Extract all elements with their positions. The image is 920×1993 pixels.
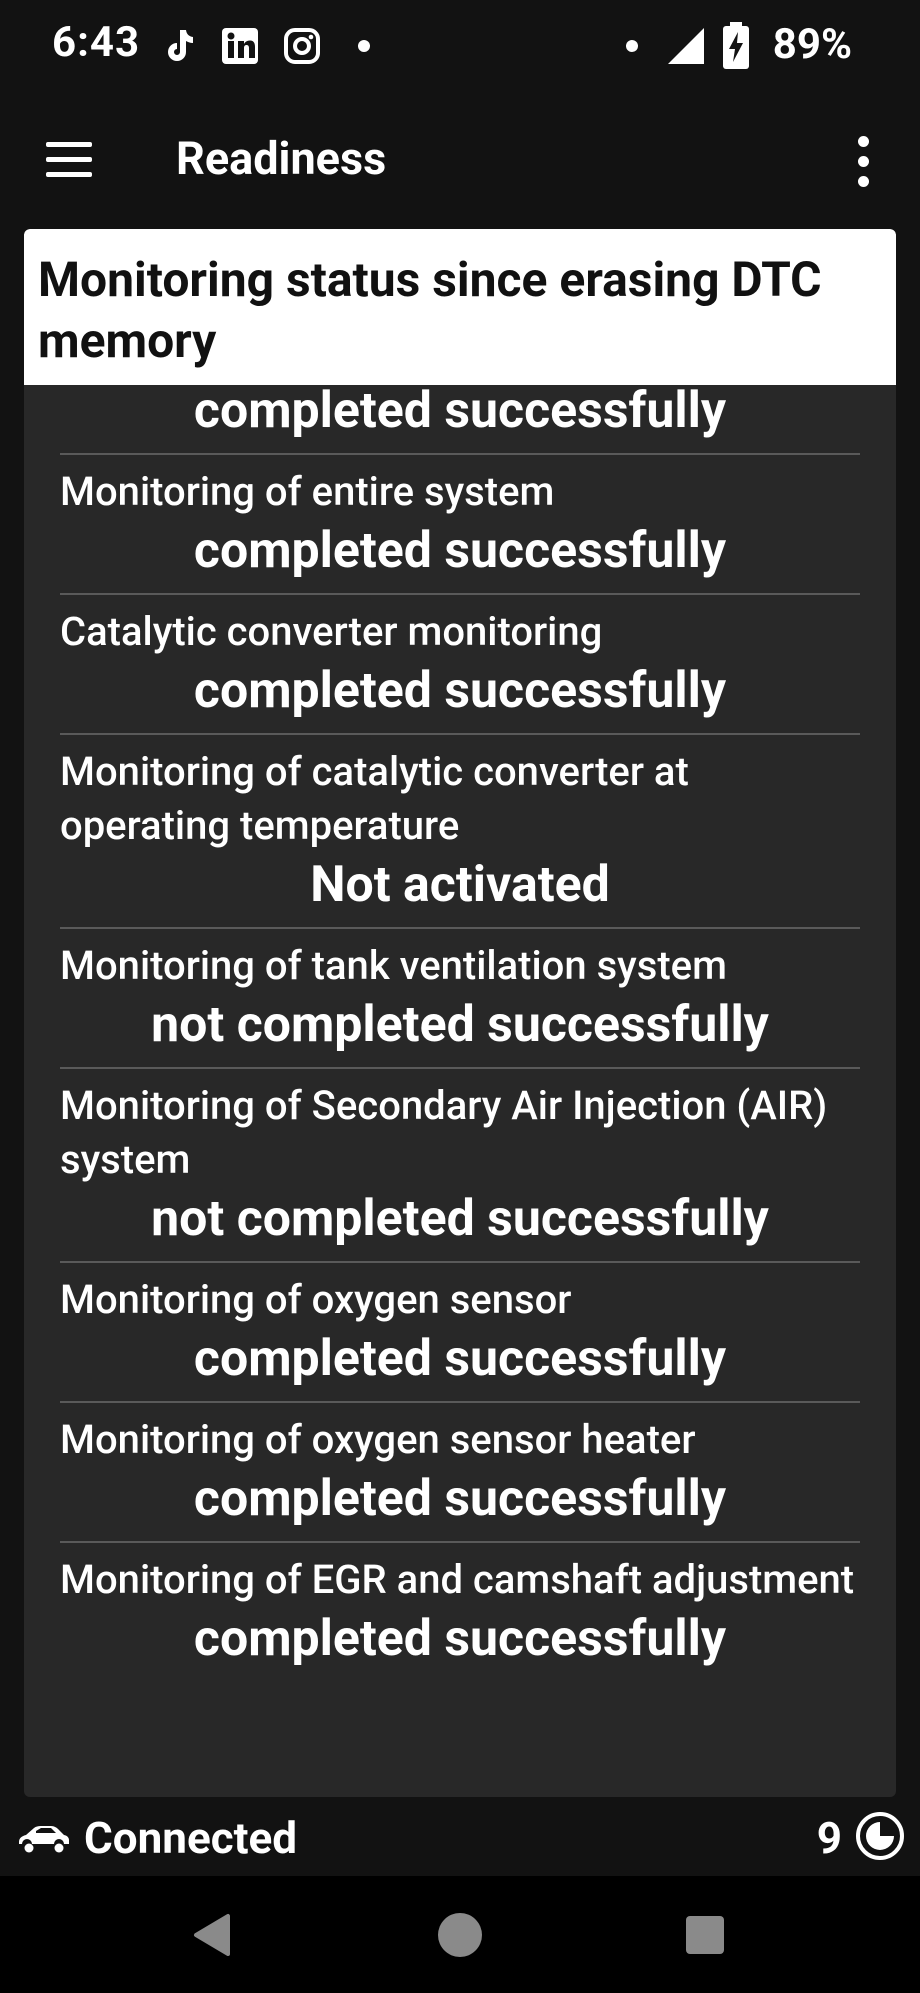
list-item: Monitoring of oxygen sensor completed su… [60,1263,860,1403]
linkedin-icon [222,28,258,64]
card-header: Monitoring status since erasing DTC memo… [24,229,896,385]
monitor-status: completed successfully [193,662,727,720]
monitor-status: not completed successfully [151,996,769,1054]
monitor-list[interactable]: completed successfully Monitoring of ent… [24,385,896,1797]
connection-status-text: Connected [84,1812,298,1864]
status-time: 6:43 [52,18,141,67]
list-item: Monitoring of catalytic converter at ope… [60,735,860,929]
car-icon [19,1826,69,1853]
monitor-label: Catalytic converter monitoring [60,608,603,655]
monitor-status: completed successfully [193,1330,727,1388]
monitor-status: not completed successfully [151,1190,769,1248]
monitor-label: Monitoring of tank ventilation system [60,942,727,989]
monitor-status: Not activated [310,856,610,914]
list-item: Monitoring of Secondary Air Injection (A… [60,1069,860,1263]
refresh-icon[interactable] [854,1810,906,1862]
system-nav-bar [0,1876,920,1993]
connection-status-bar: Connected 9 [0,1798,920,1876]
monitor-label: Monitoring of oxygen sensor heater [60,1416,696,1463]
recents-icon[interactable] [678,1908,732,1962]
monitor-status: completed successfully [193,1610,727,1668]
list-item: completed successfully [60,385,860,455]
list-item: Monitoring of entire system completed su… [60,455,860,595]
list-item: Monitoring of EGR and camshaft adjustmen… [60,1543,860,1681]
monitor-label: Monitoring of oxygen sensor [60,1276,572,1323]
battery-percentage: 89% [772,20,852,69]
tiktok-icon [168,30,193,61]
page-title: Readiness [176,132,387,185]
back-icon[interactable] [188,1908,242,1962]
hamburger-menu-icon[interactable] [40,136,100,186]
battery-charging-icon [723,22,749,69]
signal-icon [668,28,704,64]
home-icon[interactable] [433,1908,487,1962]
error-count: 9 [816,1812,842,1864]
list-item: Catalytic converter monitoring completed… [60,595,860,735]
monitor-status: completed successfully [193,385,727,440]
monitor-label: Monitoring of Secondary Air Injection (A… [60,1082,828,1183]
more-vertical-icon[interactable] [848,134,878,190]
monitor-status: completed successfully [193,522,727,580]
app-bar: Readiness [0,92,920,230]
monitor-status: completed successfully [193,1470,727,1528]
monitor-label: Monitoring of entire system [60,468,555,515]
instagram-icon [284,28,320,64]
readiness-card: Monitoring status since erasing DTC memo… [24,229,896,1797]
notification-dot-icon [626,40,638,52]
status-bar: 6:43 89% [0,0,920,92]
notification-dot-icon [358,40,370,52]
monitor-label: Monitoring of EGR and camshaft adjustmen… [60,1556,855,1603]
list-item: Monitoring of tank ventilation system no… [60,929,860,1069]
monitor-label: Monitoring of catalytic converter at ope… [60,748,689,849]
card-header-title: Monitoring status since erasing DTC memo… [38,251,822,369]
list-item: Monitoring of oxygen sensor heater compl… [60,1403,860,1543]
